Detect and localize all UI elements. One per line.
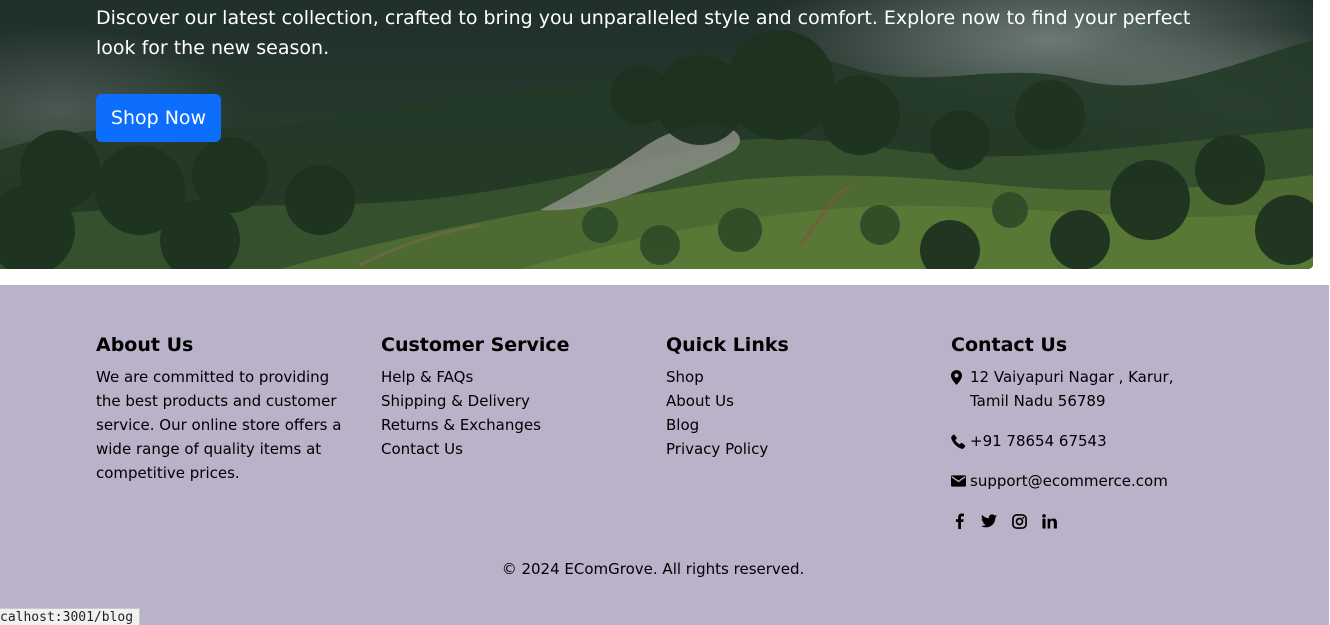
footer-about-column: About Us We are committed to providing t… [96, 333, 358, 485]
contact-email-text: support@ecommerce.com [970, 472, 1168, 490]
customer-service-heading: Customer Service [381, 334, 570, 356]
contact-address-text: 12 Vaiyapuri Nagar , Karur, Tamil Nadu 5… [970, 368, 1174, 410]
envelope-icon [951, 469, 970, 493]
privacy-policy-link[interactable]: Privacy Policy [666, 440, 768, 458]
twitter-icon[interactable] [981, 513, 997, 529]
contact-phone: +91 78654 67543 [951, 429, 1213, 453]
returns-exchanges-link[interactable]: Returns & Exchanges [381, 416, 541, 434]
footer-quick-links-column: Quick Links Shop About Us Blog Privacy P… [666, 333, 926, 461]
hero-banner: Discover our latest collection, crafted … [0, 0, 1313, 269]
map-marker-icon [951, 365, 970, 389]
about-text: We are committed to providing the best p… [96, 368, 342, 482]
phone-icon [951, 429, 970, 453]
about-heading: About Us [96, 334, 194, 356]
linkedin-icon[interactable] [1041, 513, 1057, 529]
instagram-icon[interactable] [1011, 513, 1027, 529]
footer-contact-column: Contact Us 12 Vaiyapuri Nagar , Karur, T… [951, 333, 1213, 533]
link-preview-status: calhost:3001/blog [0, 608, 141, 625]
footer-customer-service-column: Customer Service Help & FAQs Shipping & … [381, 333, 641, 461]
contact-us-link[interactable]: Contact Us [381, 440, 463, 458]
shipping-delivery-link[interactable]: Shipping & Delivery [381, 392, 530, 410]
help-faqs-link[interactable]: Help & FAQs [381, 368, 473, 386]
contact-email: support@ecommerce.com [951, 469, 1213, 493]
copyright-text: © 2024 EComGrove. All rights reserved. [501, 560, 805, 578]
site-footer: About Us We are committed to providing t… [0, 285, 1329, 625]
contact-address: 12 Vaiyapuri Nagar , Karur, Tamil Nadu 5… [951, 365, 1213, 413]
contact-heading: Contact Us [951, 334, 1068, 356]
quick-links-heading: Quick Links [666, 334, 789, 356]
blog-link[interactable]: Blog [666, 416, 699, 434]
about-us-link[interactable]: About Us [666, 392, 734, 410]
hero-tagline: Discover our latest collection, crafted … [96, 7, 1191, 59]
quick-links-list: Shop About Us Blog Privacy Policy [666, 365, 926, 461]
customer-service-links: Help & FAQs Shipping & Delivery Returns … [381, 365, 641, 461]
contact-phone-text: +91 78654 67543 [970, 432, 1107, 450]
shop-link[interactable]: Shop [666, 368, 704, 386]
social-links [951, 509, 1213, 533]
shop-now-button[interactable]: Shop Now [96, 94, 221, 142]
facebook-icon[interactable] [951, 513, 967, 529]
